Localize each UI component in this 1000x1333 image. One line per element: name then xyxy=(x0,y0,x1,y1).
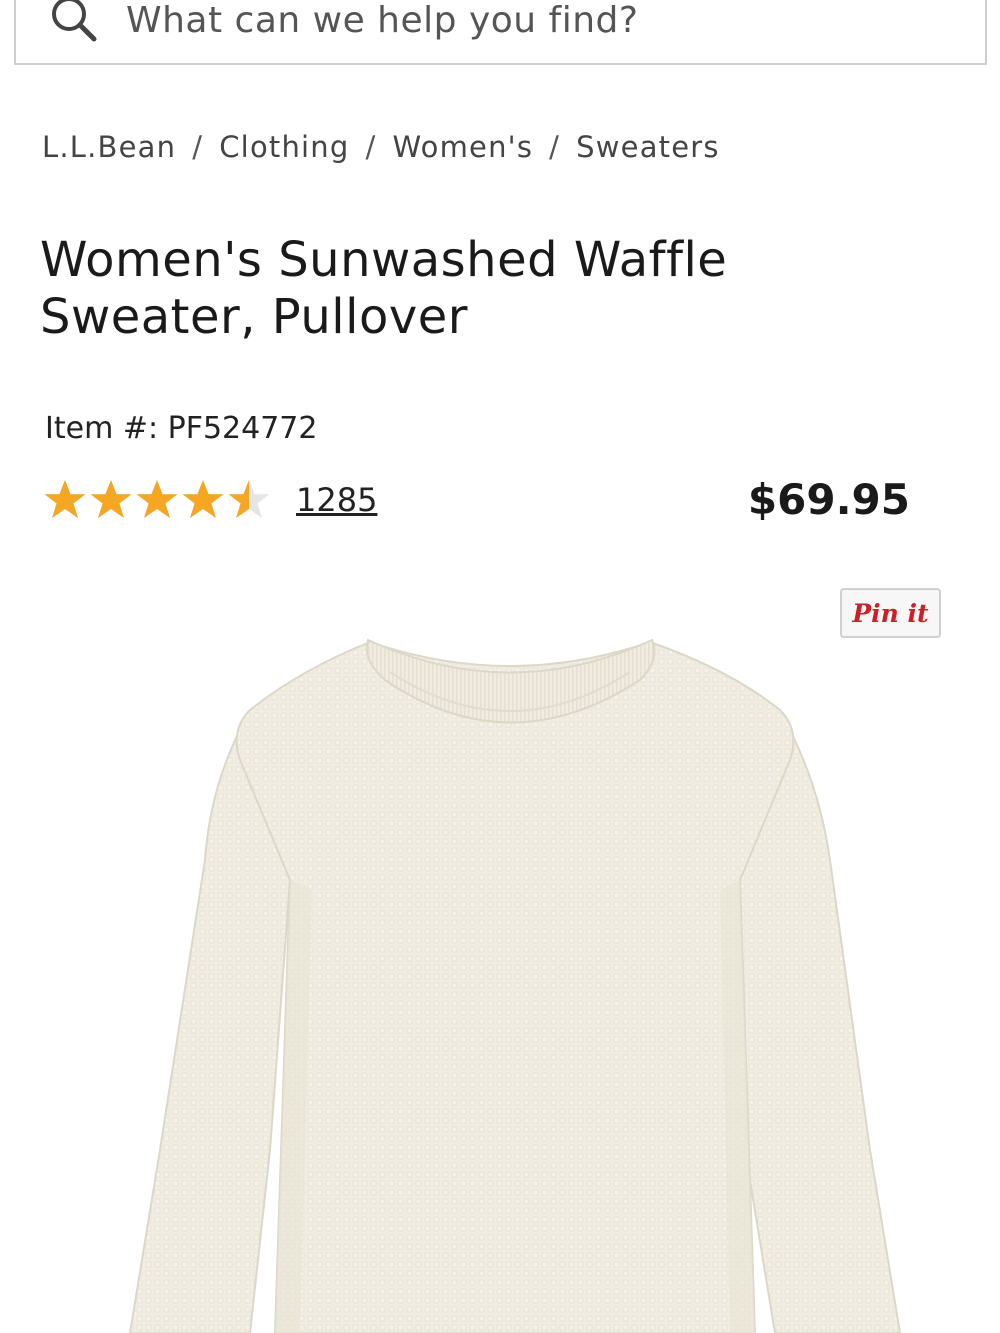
breadcrumb-item-clothing[interactable]: Clothing xyxy=(219,130,349,164)
breadcrumb-item-llbean[interactable]: L.L.Bean xyxy=(42,130,176,164)
star-icon xyxy=(90,480,132,518)
search-input[interactable] xyxy=(126,0,906,41)
breadcrumb: L.L.Bean / Clothing / Women's / Sweaters xyxy=(42,130,720,164)
review-count-link[interactable]: 1285 xyxy=(296,481,377,519)
item-number: Item #: PF524772 xyxy=(45,411,318,446)
star-rating[interactable] xyxy=(42,477,272,523)
breadcrumb-item-sweaters[interactable]: Sweaters xyxy=(576,130,720,164)
breadcrumb-separator: / xyxy=(365,130,377,164)
star-icon xyxy=(228,480,270,518)
price: $69.95 xyxy=(747,475,910,524)
breadcrumb-separator: / xyxy=(549,130,561,164)
product-title: Women's Sunwashed Waffle Sweater, Pullov… xyxy=(40,232,728,345)
star-icon xyxy=(182,480,224,518)
search-icon[interactable] xyxy=(48,0,100,45)
star-icon xyxy=(44,480,86,518)
sweater-image[interactable] xyxy=(0,630,1000,1333)
breadcrumb-separator: / xyxy=(192,130,204,164)
search-bar[interactable] xyxy=(14,0,987,65)
breadcrumb-item-womens[interactable]: Women's xyxy=(392,130,533,164)
rating[interactable]: 1285 xyxy=(42,472,377,528)
star-icon xyxy=(136,480,178,518)
